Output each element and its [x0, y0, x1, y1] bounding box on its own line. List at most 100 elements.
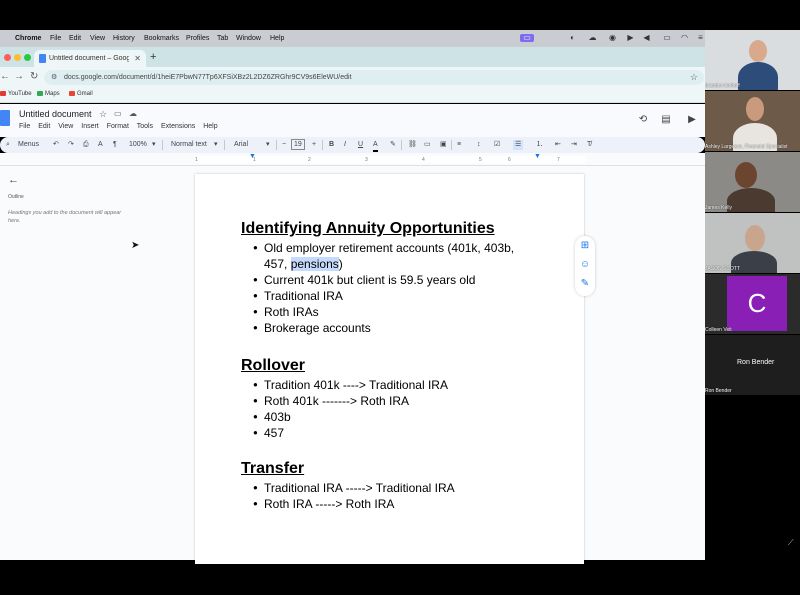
menu-tab[interactable]: Tab [217, 35, 228, 42]
gmail-icon [69, 91, 75, 96]
increase-indent-icon[interactable]: ⇥ [571, 140, 577, 150]
battery-icon[interactable]: ▭ [660, 34, 674, 42]
list-rollover: Tradition 401k ----> Traditional IRA Rot… [253, 377, 448, 441]
menu-history[interactable]: History [113, 35, 135, 42]
volume-icon[interactable]: ◀ [642, 34, 651, 42]
list-item: Roth 401k -------> Roth IRA [253, 393, 448, 409]
bookmark-youtube[interactable]: YouTube [0, 91, 32, 97]
move-folder-icon[interactable]: ▭ [114, 109, 122, 118]
list-item: 403b [253, 409, 448, 425]
suggest-edit-icon[interactable]: ✎ [579, 278, 591, 289]
undo-icon[interactable]: ↶ [53, 140, 59, 150]
underline-icon[interactable]: U [358, 140, 363, 150]
play-icon[interactable]: ▶ [626, 34, 635, 42]
menu-profiles[interactable]: Profiles [186, 35, 209, 42]
chevron-down-icon: ▾ [214, 141, 218, 148]
star-icon[interactable]: ☆ [99, 109, 107, 120]
close-tab-icon[interactable]: ✕ [134, 54, 141, 63]
clear-formatting-icon[interactable]: T̸ [587, 140, 591, 150]
docs-menu-extensions[interactable]: Extensions [161, 123, 195, 130]
align-icon[interactable]: ≡ [457, 140, 461, 150]
docs-menu-format[interactable]: Format [107, 123, 129, 130]
checklist-icon[interactable]: ☑ [494, 140, 500, 150]
control-center-icon[interactable]: ≡ [696, 34, 705, 42]
menu-file[interactable]: File [50, 35, 61, 42]
decrease-indent-icon[interactable]: ⇤ [555, 140, 561, 150]
docs-menu-file[interactable]: File [19, 123, 30, 130]
site-info-icon[interactable]: ⚙ [51, 73, 57, 81]
version-history-icon[interactable]: ⟲ [636, 113, 650, 127]
search-menus-input[interactable]: Menus [18, 140, 39, 150]
menu-bookmarks[interactable]: Bookmarks [144, 35, 179, 42]
menu-edit[interactable]: Edit [69, 35, 81, 42]
spellcheck-icon[interactable]: A [98, 140, 103, 150]
heading-rollover: Rollover [241, 357, 306, 374]
bulleted-list-icon[interactable]: ☰ [513, 140, 524, 150]
font-size-input[interactable]: 19 [291, 139, 305, 150]
forward-icon[interactable]: → [14, 71, 24, 82]
bookmark-maps[interactable]: Maps [37, 91, 60, 97]
floating-actions: ⊞ ☺ ✎ [575, 236, 595, 296]
font-select[interactable]: Arial [234, 140, 248, 150]
text-color-icon[interactable]: A [373, 140, 378, 152]
menu-window[interactable]: Window [236, 35, 261, 42]
maps-icon [37, 91, 43, 96]
emoji-reaction-icon[interactable]: ☺ [579, 259, 591, 270]
bold-icon[interactable]: B [329, 140, 334, 150]
status-icon-2[interactable]: ◉ [608, 34, 617, 42]
menu-view[interactable]: View [90, 35, 105, 42]
paint-format-icon[interactable]: ¶ [113, 140, 117, 150]
zoom-select[interactable]: 100% [129, 140, 147, 150]
participant-tile: C Colleen Veit [705, 274, 800, 334]
docs-logo-icon[interactable] [0, 110, 10, 126]
wifi-icon[interactable]: ◠ [680, 34, 689, 42]
insert-link-icon[interactable]: ⛓ [408, 140, 417, 150]
close-outline-icon[interactable]: ← [8, 174, 19, 186]
back-icon[interactable]: ← [0, 71, 10, 82]
new-tab-icon[interactable]: + [150, 51, 156, 63]
menu-help[interactable]: Help [270, 35, 284, 42]
docs-menu-view[interactable]: View [58, 123, 73, 130]
close-window-icon[interactable] [4, 54, 11, 61]
line-spacing-icon[interactable]: ↕ [477, 140, 481, 150]
search-menus-icon[interactable]: ⌕ [6, 140, 10, 150]
cloud-icon[interactable]: ☁ [588, 34, 597, 42]
app-menu[interactable]: Chrome [15, 35, 41, 42]
participant-name: James Kelly [705, 205, 732, 211]
insert-image-icon[interactable]: ▣ [440, 140, 447, 150]
bookmark-star-icon[interactable]: ☆ [690, 72, 698, 83]
style-select[interactable]: Normal text [171, 140, 207, 150]
participant-name: Colleen Veit [705, 327, 732, 333]
add-comment-icon[interactable]: ▭ [424, 140, 431, 150]
italic-icon[interactable]: I [344, 140, 346, 150]
decrease-font-icon[interactable]: − [282, 140, 286, 150]
add-comment-icon[interactable]: ⊞ [579, 240, 591, 251]
screen-share-icon[interactable]: ▭ [520, 34, 534, 42]
right-indent-marker[interactable]: ▼ [534, 153, 541, 160]
docs-menu-tools[interactable]: Tools [137, 123, 153, 130]
increase-font-icon[interactable]: + [312, 140, 316, 150]
resize-handle-icon[interactable]: ⟋ [788, 538, 794, 548]
document-title[interactable]: Untitled document [19, 109, 92, 119]
numbered-list-icon[interactable]: ⒈ [536, 140, 543, 150]
tab-untitled-document[interactable]: Untitled document – Google ✕ [34, 50, 146, 67]
redo-icon[interactable]: ↷ [68, 140, 74, 150]
avatar: C [727, 276, 787, 331]
docs-menu-edit[interactable]: Edit [38, 123, 50, 130]
docs-menu-help[interactable]: Help [203, 123, 217, 130]
address-bar[interactable]: ⚙ docs.google.com/document/d/1heiE7PbwN7… [44, 70, 704, 85]
print-icon[interactable]: ⎙ [83, 140, 89, 150]
comments-icon[interactable]: ▤ [659, 113, 673, 127]
maximize-window-icon[interactable] [24, 54, 31, 61]
participant-video [727, 188, 775, 212]
bookmark-gmail[interactable]: Gmail [69, 91, 93, 97]
highlight-icon[interactable]: ✎ [390, 140, 396, 150]
reload-icon[interactable]: ↻ [30, 71, 38, 82]
left-indent-marker[interactable]: ▼ [249, 153, 256, 160]
status-icon[interactable]: ◐ [568, 34, 577, 42]
meet-icon[interactable]: ▶ [685, 113, 699, 127]
docs-menu-insert[interactable]: Insert [81, 123, 99, 130]
document-page[interactable]: Identifying Annuity Opportunities Old em… [195, 174, 584, 564]
minimize-window-icon[interactable] [14, 54, 21, 61]
list-item-text: Old employer retirement accounts (401k, … [264, 241, 515, 255]
